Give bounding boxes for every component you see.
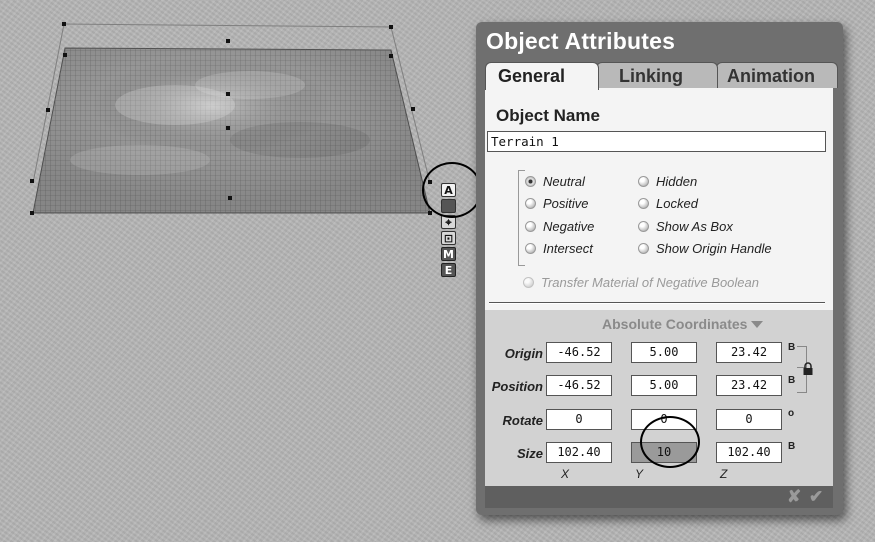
edit-button[interactable]: E (441, 263, 456, 277)
option-positive[interactable]: Positive (525, 196, 589, 211)
radio-icon (523, 277, 534, 288)
option-locked[interactable]: Locked (638, 196, 698, 211)
radio-selected-icon (525, 176, 536, 187)
option-show-as-box[interactable]: Show As Box (638, 219, 733, 234)
option-negative[interactable]: Negative (525, 219, 594, 234)
radio-icon (638, 221, 649, 232)
object-name-input[interactable]: Terrain 1 (487, 131, 826, 152)
position-y-field[interactable]: 5.00 (631, 375, 697, 396)
option-neutral[interactable]: Neutral (525, 174, 585, 189)
option-label: Neutral (543, 174, 585, 189)
rotate-label: Rotate (502, 413, 543, 428)
origin-x-field[interactable]: -46.52 (546, 342, 612, 363)
option-show-origin-handle[interactable]: Show Origin Handle (638, 241, 772, 256)
radio-icon (525, 243, 536, 254)
options-bracket (518, 170, 525, 266)
size-y-callout-circle (640, 416, 700, 468)
option-label: Show As Box (656, 219, 733, 234)
axis-x-label: X (561, 467, 570, 481)
tab-animation[interactable]: Animation (716, 62, 838, 88)
rotate-z-field[interactable]: 0 (716, 409, 782, 430)
radio-icon (638, 243, 649, 254)
origin-label: Origin (504, 346, 543, 361)
scene-viewport[interactable] (0, 0, 470, 542)
attributes-callout-circle (422, 162, 482, 218)
material-button[interactable]: M (441, 247, 456, 261)
tab-linking[interactable]: Linking (596, 62, 718, 88)
origin-unit: B (788, 342, 796, 353)
object-name-label: Object Name (496, 106, 600, 125)
x-icon[interactable]: ✘ (787, 487, 801, 507)
radio-icon (638, 198, 649, 209)
option-hidden[interactable]: Hidden (638, 174, 697, 189)
option-intersect[interactable]: Intersect (525, 241, 593, 256)
section-divider (489, 302, 825, 304)
axis-y-label: Y (635, 467, 644, 481)
tab-general[interactable]: General (485, 62, 599, 90)
option-label: Locked (656, 196, 698, 211)
origin-z-field[interactable]: 23.42 (716, 342, 782, 363)
rotate-x-field[interactable]: 0 (546, 409, 612, 430)
position-x-field[interactable]: -46.52 (546, 375, 612, 396)
chevron-down-icon (751, 321, 764, 328)
lock-bracket (797, 374, 807, 393)
size-unit: B (788, 441, 796, 452)
option-label: Negative (543, 219, 595, 234)
terrain-mesh-drawing (30, 22, 432, 215)
rotate-unit: o (788, 408, 795, 419)
size-x-field[interactable]: 102.40 (546, 442, 612, 463)
position-label: Position (491, 379, 543, 394)
panel-footer: ✘ ✔ (485, 486, 833, 508)
lock-icon[interactable] (802, 362, 814, 376)
option-label: Positive (543, 196, 589, 211)
option-label: Intersect (543, 241, 593, 256)
radio-icon (525, 221, 536, 232)
radio-icon (638, 176, 649, 187)
option-label: Transfer Material of Negative Boolean (541, 275, 759, 290)
option-label: Show Origin Handle (656, 241, 772, 256)
coordinates-mode-dropdown[interactable]: Absolute Coordinates (602, 316, 764, 332)
axis-z-label: Z (720, 467, 728, 481)
position-unit: B (788, 375, 796, 386)
position-z-field[interactable]: 23.42 (716, 375, 782, 396)
check-icon[interactable]: ✔ (809, 487, 823, 507)
option-transfer-material[interactable]: Transfer Material of Negative Boolean (523, 275, 759, 290)
panel-title: Object Attributes (486, 28, 676, 54)
size-z-field[interactable]: 102.40 (716, 442, 782, 463)
option-label: Hidden (656, 174, 698, 189)
camera-target-button[interactable]: ⊡ (441, 231, 456, 245)
origin-y-field[interactable]: 5.00 (631, 342, 697, 363)
coordinates-title: Absolute Coordinates (602, 316, 748, 332)
size-label: Size (516, 446, 543, 461)
radio-icon (525, 198, 536, 209)
